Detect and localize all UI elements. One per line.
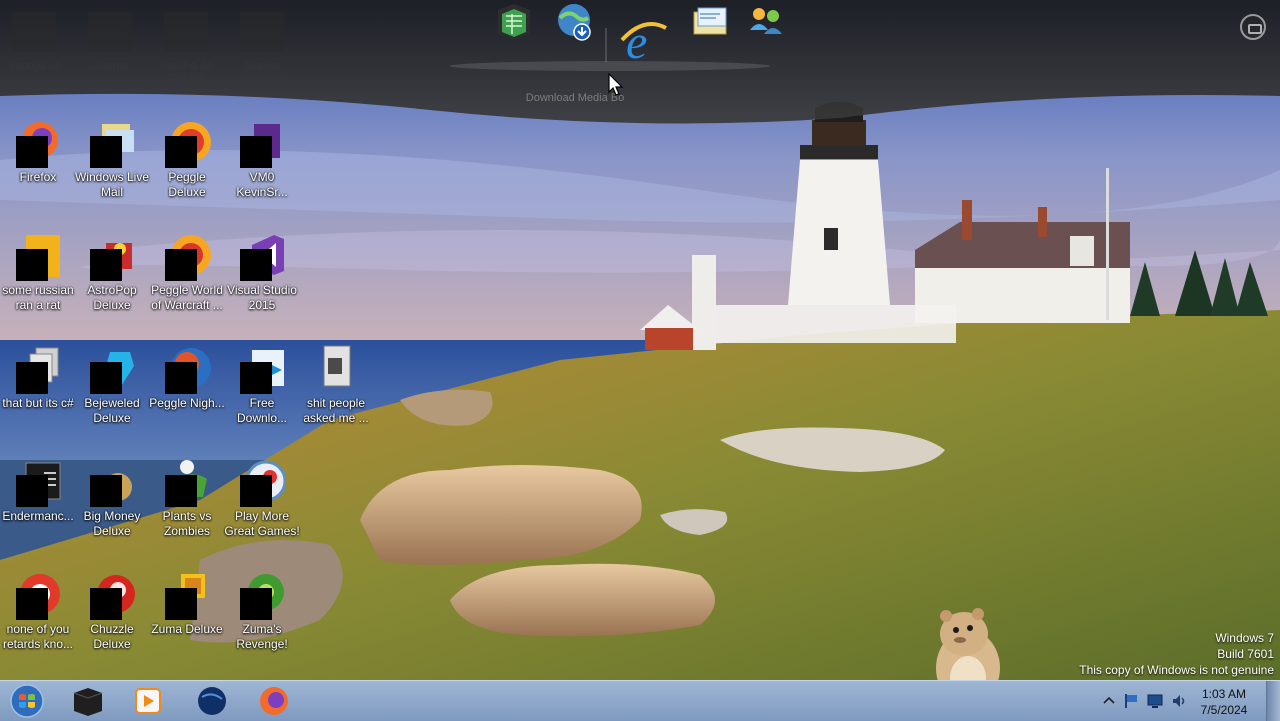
top-dock: eaoopa uo Zooma meaPo de Deluxe Nopfee P… [0,0,1280,130]
download-globe-icon[interactable] [552,0,596,44]
ghost-icon [240,12,284,52]
desktop-icon-label: Firefox [19,170,57,184]
desktop-icon-document[interactable]: shit people asked me ... [298,344,374,426]
watermark-build: Build 7601 [1217,647,1274,661]
desktop-icon-label: Free Downlo... [236,396,288,425]
windows-mail-icon[interactable] [688,0,732,44]
desktop-icon-label: VM0 KevinSr... [236,170,288,199]
ghost-icon [88,12,132,52]
media-player-icon[interactable] [126,683,170,719]
watermark-os: Windows 7 [1215,631,1274,645]
dock-menu-icon[interactable] [1240,14,1266,40]
desktop-icon-label: AstroPop Deluxe [87,283,137,312]
ghost-label: meaPo de Deluxe [161,60,213,84]
desktop-icon-rat-file[interactable]: e some russian ran a rat [0,231,76,313]
watermark-genuine: This copy of Windows is not genuine [1079,663,1274,677]
desktop-icon-zuma-deluxe[interactable]: Zuma Deluxe [149,570,225,637]
show-hidden-icons-icon[interactable] [1100,692,1118,710]
messenger-people-icon[interactable] [744,0,788,44]
desktop-icon-play-more-games[interactable]: Play More Great Games! [224,457,300,539]
ghost-label: Nopfee Pyamyaa [240,60,286,84]
ghost-label: eaoopa uo [9,60,61,72]
globe-icon[interactable] [190,683,234,719]
desktop-icon-label: Chuzzle Deluxe [90,622,134,651]
desktop-icon-chrome-like[interactable]: none of you retards kno... [0,570,76,652]
desktop-icon-label: Peggle Nigh... [149,396,225,410]
desktop-icon-label: Windows Live Mail [74,170,150,199]
cmd-icon[interactable] [66,683,110,719]
desktop-icon-big-money[interactable]: Big Money Deluxe [74,457,150,539]
spreadsheet-cube-icon[interactable] [492,0,536,44]
desktop-icon-csharp-copy[interactable]: that but its c# [0,344,76,411]
desktop-icon-label: Visual Studio 2015 [227,283,297,312]
action-center-flag-icon[interactable] [1122,692,1140,710]
desktop-icon-vm[interactable]: VM0 KevinSr... [224,118,300,200]
desktop-icon-label: Peggle Deluxe [168,170,206,199]
desktop-icon-peggle-deluxe[interactable]: Peggle Deluxe [149,118,225,200]
desktop-icon-peggle-wow[interactable]: Peggle World of Warcraft ... [149,231,225,313]
desktop-icon-firefox[interactable]: Firefox [0,118,76,185]
dock-tooltip: Download Media Bo [525,92,625,104]
desktop-icon-label: Play More Great Games! [224,509,300,538]
clock-time: 1:03 AM [1201,687,1247,701]
desktop-icon-label: Plants vs Zombies [162,509,212,538]
desktop-icon-label: Zuma Deluxe [151,622,223,636]
document-icon [323,345,351,387]
ghost-icon [164,12,208,52]
desktop-icon-label: shit people asked me ... [303,396,369,425]
start-button[interactable] [6,683,48,719]
desktop-icon-peggle-nights[interactable]: Peggle Nigh... [149,344,225,411]
desktop-icon-bejeweled[interactable]: Bejeweled Deluxe [74,344,150,426]
volume-icon[interactable] [1170,692,1188,710]
firefox-icon[interactable] [252,683,296,719]
internet-explorer-icon[interactable]: e [618,14,670,66]
network-icon[interactable] [1146,692,1164,710]
windows-watermark: Windows 7 Build 7601 This copy of Window… [1079,630,1274,678]
desktop-icon-label: Bejeweled Deluxe [84,396,140,425]
desktop-icon-label: some russian ran a rat [2,283,74,312]
show-desktop-button[interactable] [1266,681,1280,721]
desktop-icon-windows-live-mail[interactable]: Windows Live Mail [74,118,150,200]
ghost-icon [12,12,56,52]
desktop-icon-label: none of you retards kno... [2,622,74,651]
taskbar: 1:03 AM 7/5/2024 [0,680,1280,721]
desktop-icon-label: that but its c# [2,396,74,410]
clock-date: 7/5/2024 [1200,703,1248,717]
desktop-icon-label: Endermanc... [2,509,74,523]
desktop-icon-plants-vs-zombies[interactable]: Plants vs Zombies [149,457,225,539]
taskbar-clock[interactable]: 1:03 AM 7/5/2024 [1192,686,1256,718]
desktop-icon-free-download[interactable]: Free Downlo... [224,344,300,426]
desktop-icon-zumas-revenge[interactable]: Zuma's Revenge! [224,570,300,652]
desktop-icon-label: Big Money Deluxe [83,509,141,538]
desktop-icon-endermanch[interactable]: Endermanc... [0,457,76,524]
desktop-icon-label: Peggle World of Warcraft ... [151,283,223,312]
desktop-icon-astropop[interactable]: AstroPop Deluxe [74,231,150,313]
desktop-icon-visual-studio[interactable]: Visual Studio 2015 [224,231,300,313]
mouse-cursor-icon [608,73,624,96]
desktop-icon-chuzzle[interactable]: Chuzzle Deluxe [74,570,150,652]
ghost-label: Zooma [93,60,129,72]
desktop-icon-label: Zuma's Revenge! [236,622,288,651]
